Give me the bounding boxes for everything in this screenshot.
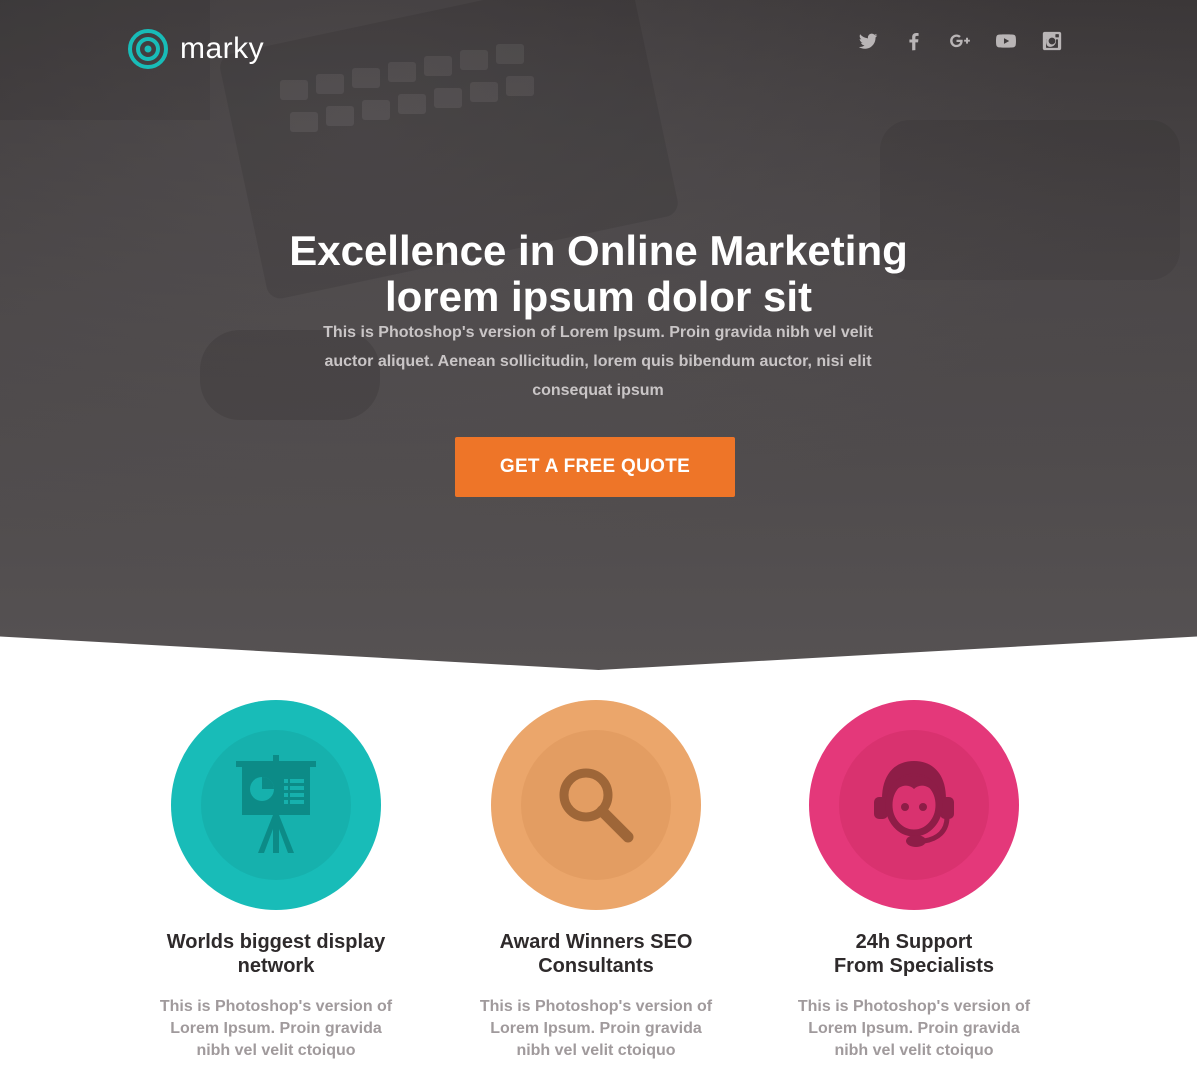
facebook-icon[interactable] (903, 30, 925, 52)
feature-text-line-2: Lorem Ipsum. Proin gravida (808, 1020, 1020, 1037)
hero-headline-line-2: lorem ipsum dolor sit (384, 273, 813, 321)
feature-circle (809, 700, 1019, 910)
feature-circle-inner (201, 730, 351, 880)
instagram-icon[interactable] (1041, 30, 1063, 52)
google-plus-icon[interactable] (949, 30, 971, 52)
hero-headline-line-1: Excellence in Online Marketing (289, 227, 908, 275)
feature-card-seo: Award Winners SEO Consultants This is Ph… (461, 700, 731, 1062)
feature-circle (491, 700, 701, 910)
feature-circle-inner (839, 730, 989, 880)
feature-text-line-2: Lorem Ipsum. Proin gravida (490, 1020, 702, 1037)
twitter-icon[interactable] (857, 30, 879, 52)
feature-title: Award Winners SEO Consultants (461, 930, 731, 978)
feature-circle (171, 700, 381, 910)
magnifier-icon (554, 763, 638, 847)
hero-description-line-3: consequat ipsum (532, 382, 664, 399)
hero-headline: Excellence in Online Marketing lorem ips… (0, 228, 1197, 320)
presentation-board-icon (234, 755, 318, 855)
feature-title: 24h Support From Specialists (779, 930, 1049, 978)
hero-description-line-2: auctor aliquet. Aenean sollicitudin, lor… (324, 353, 872, 370)
social-links (857, 30, 1063, 52)
feature-text-line-1: This is Photoshop's version of (479, 998, 713, 1015)
feature-text-line-3: nibh vel velit ctoiquo (834, 1042, 994, 1059)
feature-title-line-1: Award Winners SEO (499, 931, 693, 953)
feature-title-line-2: Consultants (538, 955, 654, 977)
feature-description: This is Photoshop's version of Lorem Ips… (151, 996, 401, 1062)
brand-name: marky (180, 32, 265, 65)
feature-card-display-network: Worlds biggest display network This is P… (141, 700, 411, 1062)
feature-card-support: 24h Support From Specialists This is Pho… (779, 700, 1049, 1062)
hero-section: marky Excellence in Online Marketing lor… (0, 0, 1197, 670)
brand-logo[interactable]: marky (126, 27, 264, 71)
get-quote-button[interactable]: GET A FREE QUOTE (455, 437, 735, 497)
feature-text-line-1: This is Photoshop's version of (797, 998, 1031, 1015)
feature-title-line-2: network (237, 955, 315, 977)
feature-title-line-2: From Specialists (833, 955, 995, 977)
hero-description-line-1: This is Photoshop's version of Lorem Ips… (323, 324, 873, 341)
feature-description: This is Photoshop's version of Lorem Ips… (471, 996, 721, 1062)
support-headset-icon (866, 755, 962, 855)
hero-description: This is Photoshop's version of Lorem Ips… (298, 318, 898, 405)
feature-text-line-2: Lorem Ipsum. Proin gravida (170, 1020, 382, 1037)
feature-title-line-1: 24h Support (855, 931, 973, 953)
feature-text-line-3: nibh vel velit ctoiquo (516, 1042, 676, 1059)
youtube-icon[interactable] (995, 30, 1017, 52)
feature-circle-inner (521, 730, 671, 880)
feature-title: Worlds biggest display network (141, 930, 411, 978)
feature-description: This is Photoshop's version of Lorem Ips… (789, 996, 1039, 1062)
feature-title-line-1: Worlds biggest display (166, 931, 386, 953)
target-logo-icon (128, 29, 168, 69)
feature-text-line-3: nibh vel velit ctoiquo (196, 1042, 356, 1059)
feature-text-line-1: This is Photoshop's version of (159, 998, 393, 1015)
